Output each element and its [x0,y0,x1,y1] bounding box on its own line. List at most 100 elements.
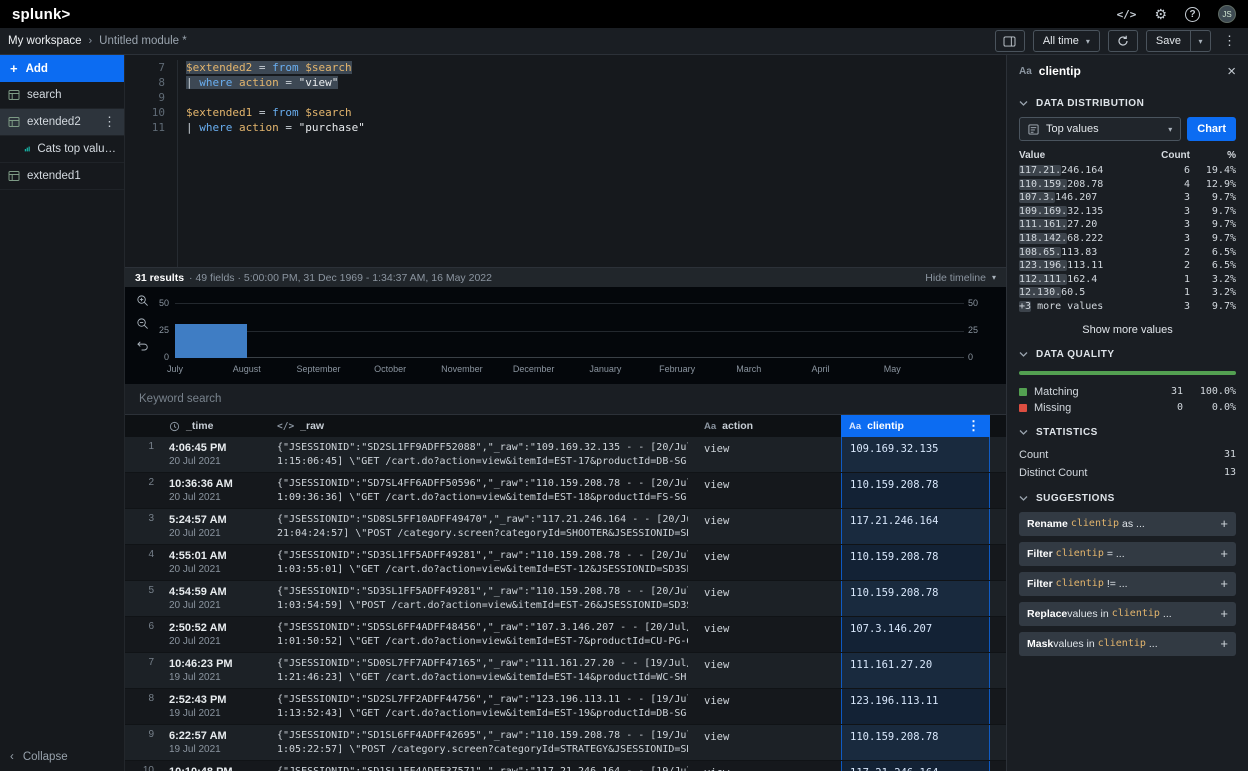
table-row[interactable]: 62:50:52 AM20 Jul 2021{"JSESSIONID":"SD5… [125,617,1006,653]
plus-icon[interactable]: + [1220,636,1228,651]
action-cell[interactable]: view [696,689,841,724]
clientip-cell[interactable]: 117.21.246.164 [841,761,990,771]
distribution-row[interactable]: +3 more values39.7% [1019,300,1236,314]
sidebar-item-cats-top-values[interactable]: Cats top valu… [0,136,124,163]
raw-cell[interactable]: {"JSESSIONID":"SD8SL5FF10ADFF49470","_ra… [269,509,696,544]
clientip-cell[interactable]: 111.161.27.20 [841,653,990,688]
user-avatar[interactable]: JS [1218,5,1236,23]
raw-cell[interactable]: {"JSESSIONID":"SD3SL1FF5ADFF49281","_raw… [269,545,696,580]
distribution-row[interactable]: 118.142.68.22239.7% [1019,232,1236,246]
column-header-time[interactable]: _time [161,415,269,437]
suggestion-item[interactable]: Filter clientip = ...+ [1019,542,1236,566]
plus-icon[interactable]: + [1220,576,1228,591]
clientip-cell[interactable]: 107.3.146.207 [841,617,990,652]
time-cell[interactable]: 2:52:43 PM19 Jul 2021 [161,689,269,724]
code-line[interactable]: | where action = "purchase" [186,120,1006,135]
raw-cell[interactable]: {"JSESSIONID":"SD1SL1FF4ADFF37571","_raw… [269,761,696,771]
action-cell[interactable]: view [696,761,841,771]
action-cell[interactable]: view [696,509,841,544]
code-line[interactable] [186,90,1006,105]
add-button[interactable]: + Add [0,55,124,82]
clientip-cell[interactable]: 110.159.208.78 [841,545,990,580]
distribution-row[interactable]: 12.130.60.513.2% [1019,286,1236,300]
item-kebab[interactable]: ⋮ [103,114,116,130]
column-header-clientip[interactable]: Aa clientip ⋮ [841,415,990,437]
action-cell[interactable]: view [696,617,841,652]
settings-gear-icon[interactable]: ⚙ [1154,6,1167,23]
distribution-row[interactable]: 123.196.113.1126.5% [1019,259,1236,273]
table-row[interactable]: 82:52:43 PM19 Jul 2021{"JSESSIONID":"SD2… [125,689,1006,725]
hide-timeline-toggle[interactable]: Hide timeline ▾ [925,272,996,284]
table-row[interactable]: 96:22:57 AM19 Jul 2021{"JSESSIONID":"SD1… [125,725,1006,761]
distribution-row[interactable]: 107.3.146.20739.7% [1019,191,1236,205]
keyword-search-input[interactable]: Keyword search [125,384,1006,415]
time-cell[interactable]: 6:22:57 AM19 Jul 2021 [161,725,269,760]
section-statistics[interactable]: STATISTICS [1007,416,1248,446]
time-cell[interactable]: 10:10:48 PM19 Jul 2021 [161,761,269,771]
editor-code[interactable]: $extended2 = from $search| where action … [177,60,1006,267]
distribution-row[interactable]: 110.159.208.78412.9% [1019,178,1236,192]
action-cell[interactable]: view [696,473,841,508]
table-row[interactable]: 44:55:01 AM20 Jul 2021{"JSESSIONID":"SD3… [125,545,1006,581]
code-line[interactable]: $extended2 = from $search [186,60,1006,75]
section-data-distribution[interactable]: DATA DISTRIBUTION [1007,87,1248,117]
table-row[interactable]: 1010:10:48 PM19 Jul 2021{"JSESSIONID":"S… [125,761,1006,771]
code-line[interactable]: | where action = "view" [186,75,1006,90]
code-view-icon[interactable]: </> [1117,8,1137,21]
action-cell[interactable]: view [696,581,841,616]
raw-cell[interactable]: {"JSESSIONID":"SD2SL7FF2ADFF44756","_raw… [269,689,696,724]
toggle-panel-button[interactable] [995,30,1025,52]
raw-cell[interactable]: {"JSESSIONID":"SD1SL6FF4ADFF42695","_raw… [269,725,696,760]
column-kebab[interactable]: ⋮ [963,418,984,434]
suggestion-item[interactable]: Replace values in clientip ...+ [1019,602,1236,626]
clientip-cell[interactable]: 110.159.208.78 [841,581,990,616]
raw-cell[interactable]: {"JSESSIONID":"SD0SL7FF7ADFF47165","_raw… [269,653,696,688]
table-row[interactable]: 210:36:36 AM20 Jul 2021{"JSESSIONID":"SD… [125,473,1006,509]
reset-zoom-button[interactable] [136,340,149,351]
save-button[interactable]: Save [1146,30,1191,52]
breadcrumb-workspace[interactable]: My workspace [8,35,82,47]
code-line[interactable]: $extended1 = from $search [186,105,1006,120]
action-cell[interactable]: view [696,725,841,760]
time-cell[interactable]: 4:55:01 AM20 Jul 2021 [161,545,269,580]
show-more-values-link[interactable]: Show more values [1007,314,1248,338]
suggestion-item[interactable]: Mask values in clientip ...+ [1019,632,1236,656]
time-cell[interactable]: 4:54:59 AM20 Jul 2021 [161,581,269,616]
timeline-bar-july[interactable] [175,324,247,358]
raw-cell[interactable]: {"JSESSIONID":"SD2SL1FF9ADFF52088","_raw… [269,437,696,472]
top-values-dropdown[interactable]: Top values ▾ [1019,117,1181,141]
action-cell[interactable]: view [696,437,841,472]
suggestion-item[interactable]: Rename clientip as ...+ [1019,512,1236,536]
action-cell[interactable]: view [696,545,841,580]
table-row[interactable]: 14:06:45 PM20 Jul 2021{"JSESSIONID":"SD2… [125,437,1006,473]
raw-cell[interactable]: {"JSESSIONID":"SD7SL4FF6ADFF50596","_raw… [269,473,696,508]
plus-icon[interactable]: + [1220,516,1228,531]
refresh-button[interactable] [1108,30,1138,52]
column-header-raw[interactable]: </> _raw [269,415,696,437]
sidebar-item-search[interactable]: search [0,82,124,109]
clientip-cell[interactable]: 110.159.208.78 [841,725,990,760]
column-header-action[interactable]: Aa action [696,415,841,437]
time-cell[interactable]: 5:24:57 AM20 Jul 2021 [161,509,269,544]
section-data-quality[interactable]: DATA QUALITY [1007,338,1248,368]
help-icon[interactable]: ? [1185,7,1200,22]
distribution-row[interactable]: 112.111.162.413.2% [1019,273,1236,287]
more-actions-kebab[interactable]: ⋮ [1219,33,1240,49]
collapse-sidebar-button[interactable]: ‹ Collapse [10,751,68,763]
time-cell[interactable]: 10:36:36 AM20 Jul 2021 [161,473,269,508]
time-cell[interactable]: 2:50:52 AM20 Jul 2021 [161,617,269,652]
distribution-row[interactable]: 108.65.113.8326.5% [1019,246,1236,260]
chart-button[interactable]: Chart [1187,117,1236,141]
plus-icon[interactable]: + [1220,606,1228,621]
clientip-cell[interactable]: 123.196.113.11 [841,689,990,724]
time-cell[interactable]: 10:46:23 PM19 Jul 2021 [161,653,269,688]
distribution-row[interactable]: 117.21.246.164619.4% [1019,164,1236,178]
distribution-row[interactable]: 109.169.32.13539.7% [1019,205,1236,219]
table-row[interactable]: 54:54:59 AM20 Jul 2021{"JSESSIONID":"SD3… [125,581,1006,617]
suggestion-item[interactable]: Filter clientip != ...+ [1019,572,1236,596]
spl-code-editor[interactable]: 7891011 $extended2 = from $search| where… [125,55,1006,267]
raw-cell[interactable]: {"JSESSIONID":"SD5SL6FF4ADFF48456","_raw… [269,617,696,652]
sidebar-item-extended1[interactable]: extended1 [0,163,124,190]
time-cell[interactable]: 4:06:45 PM20 Jul 2021 [161,437,269,472]
clientip-cell[interactable]: 109.169.32.135 [841,437,990,472]
